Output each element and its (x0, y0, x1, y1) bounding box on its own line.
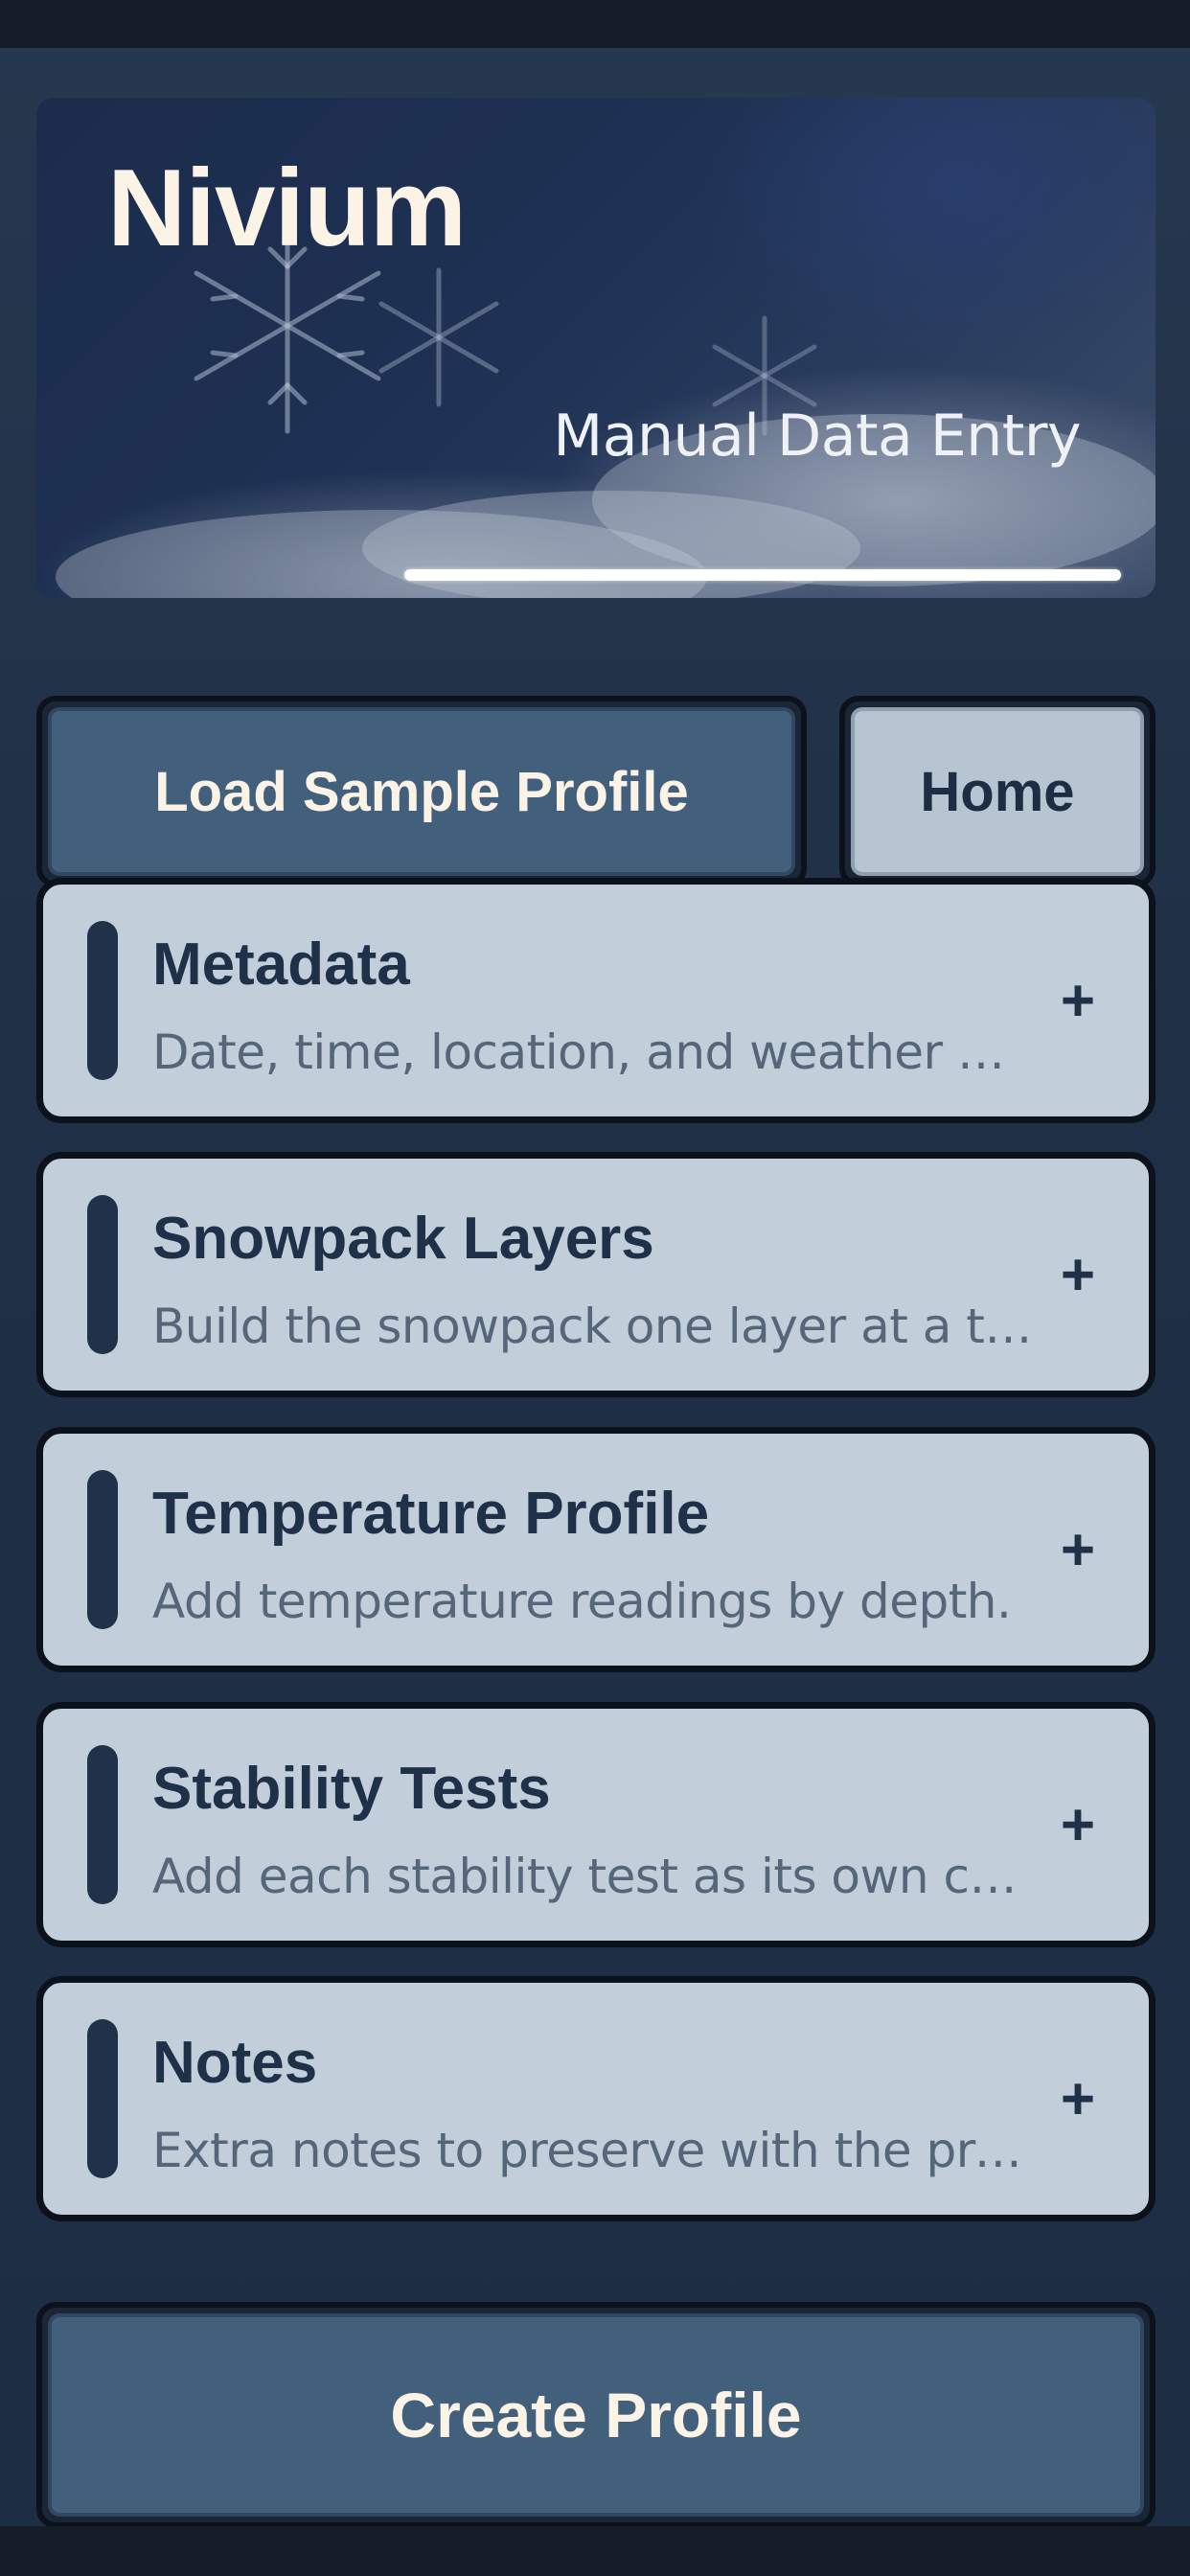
home-button[interactable]: Home (839, 696, 1156, 887)
plus-icon[interactable]: + (1049, 1246, 1107, 1305)
section-accent-bar (87, 2019, 118, 2178)
section-card-metadata[interactable]: Metadata Date, time, location, and weath… (36, 878, 1156, 1123)
section-description: Date, time, location, and weather detai… (152, 1024, 1034, 1080)
section-description: Add each stability test as its own card. (152, 1849, 1034, 1904)
section-title: Notes (152, 2030, 318, 2096)
navigation-bar (0, 2526, 1190, 2576)
plus-icon[interactable]: + (1049, 1521, 1107, 1580)
subtitle-underline (404, 569, 1121, 581)
section-accent-bar (87, 1470, 118, 1629)
plus-icon[interactable]: + (1049, 2070, 1107, 2129)
create-profile-button[interactable]: Create Profile (36, 2302, 1156, 2528)
plus-icon[interactable]: + (1049, 972, 1107, 1031)
header-banner: Nivium Manual Data Entry (36, 98, 1156, 598)
section-accent-bar (87, 921, 118, 1080)
section-title: Metadata (152, 932, 410, 998)
section-accent-bar (87, 1195, 118, 1354)
section-card-snowpack-layers[interactable]: Snowpack Layers Build the snowpack one l… (36, 1152, 1156, 1397)
page-subtitle: Manual Data Entry (553, 402, 1081, 470)
manual-entry-screen: Nivium Manual Data Entry Load Sample Pro… (0, 48, 1190, 2528)
section-description: Extra notes to preserve with the profile… (152, 2123, 1034, 2178)
section-title: Stability Tests (152, 1756, 551, 1822)
status-bar (0, 0, 1190, 48)
section-card-temperature-profile[interactable]: Temperature Profile Add temperature read… (36, 1427, 1156, 1672)
create-profile-label: Create Profile (48, 2313, 1144, 2517)
home-label: Home (851, 707, 1144, 876)
section-accent-bar (87, 1745, 118, 1904)
section-title: Temperature Profile (152, 1481, 710, 1547)
plus-icon[interactable]: + (1049, 1796, 1107, 1855)
section-description: Add temperature readings by depth. (152, 1574, 1012, 1629)
load-sample-profile-button[interactable]: Load Sample Profile (36, 696, 807, 887)
section-description: Build the snowpack one layer at a time. (152, 1299, 1034, 1354)
section-title: Snowpack Layers (152, 1206, 654, 1272)
section-card-notes[interactable]: Notes Extra notes to preserve with the p… (36, 1976, 1156, 2221)
section-card-stability-tests[interactable]: Stability Tests Add each stability test … (36, 1702, 1156, 1947)
load-sample-profile-label: Load Sample Profile (48, 707, 795, 876)
app-title: Nivium (107, 148, 467, 269)
